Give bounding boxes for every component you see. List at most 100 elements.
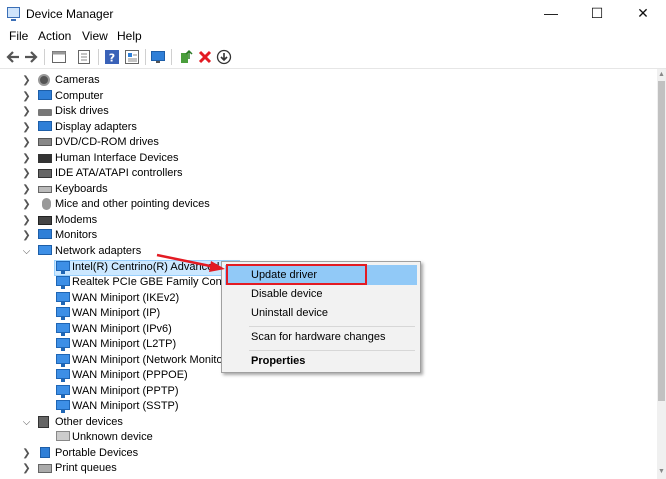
vertical-scrollbar[interactable]: ▲ ▼ bbox=[657, 69, 666, 479]
menu-view[interactable]: View bbox=[82, 29, 108, 43]
tree-item-modems[interactable]: ❯ Modems bbox=[0, 213, 300, 228]
portable-icon bbox=[40, 447, 50, 458]
menu-bar: File Action View Help bbox=[0, 27, 666, 46]
forward-icon[interactable] bbox=[23, 49, 39, 65]
scrollbar-thumb[interactable] bbox=[658, 81, 665, 401]
scan-hardware-menu-item[interactable]: Scan for hardware changes bbox=[225, 327, 417, 347]
back-icon[interactable] bbox=[5, 49, 21, 65]
annotation-highlight-box bbox=[226, 264, 367, 285]
tree-item-label: WAN Miniport (IP) bbox=[72, 307, 161, 319]
network-adapter-icon bbox=[56, 354, 70, 367]
tree-item-label: WAN Miniport (L2TP) bbox=[72, 338, 177, 350]
keyboard-icon bbox=[38, 186, 52, 193]
device-list-icon[interactable] bbox=[76, 49, 92, 65]
help-icon[interactable]: ? bbox=[104, 49, 120, 65]
tree-item-label: WAN Miniport (IKEv2) bbox=[72, 292, 180, 304]
tree-item-label: DVD/CD-ROM drives bbox=[55, 136, 159, 148]
download-icon[interactable] bbox=[216, 49, 232, 65]
tree-item-portable-devices[interactable]: ❯ Portable Devices bbox=[0, 446, 300, 461]
menu-action[interactable]: Action bbox=[38, 29, 71, 43]
chevron-right-icon[interactable]: ❯ bbox=[22, 89, 31, 104]
network-adapter-icon bbox=[56, 369, 70, 382]
tree-item-label: Portable Devices bbox=[55, 447, 139, 459]
tree-item-label: Monitors bbox=[55, 229, 98, 241]
unknown-device-icon bbox=[56, 431, 70, 441]
tree-item-unknown-device[interactable]: Unknown device bbox=[0, 430, 300, 445]
tree-item-ide-controllers[interactable]: ❯ IDE ATA/ATAPI controllers bbox=[0, 166, 300, 181]
chevron-right-icon[interactable]: ❯ bbox=[22, 228, 31, 243]
tree-item-label: Human Interface Devices bbox=[55, 152, 179, 164]
tree-item-label: Disk drives bbox=[55, 105, 109, 117]
tree-item-computer[interactable]: ❯ Computer bbox=[0, 89, 300, 104]
network-adapter-icon bbox=[56, 307, 70, 320]
device-manager-app-icon bbox=[7, 7, 20, 21]
chevron-right-icon[interactable]: ❯ bbox=[22, 197, 31, 212]
network-adapter-icon bbox=[56, 261, 70, 274]
tree-item-label: Computer bbox=[55, 90, 104, 102]
tree-item-disk-drives[interactable]: ❯ Disk drives bbox=[0, 104, 300, 119]
chevron-down-icon[interactable]: ⌵ bbox=[22, 415, 31, 430]
uninstall-icon[interactable] bbox=[197, 49, 213, 65]
print-icon bbox=[38, 464, 52, 473]
other-devices-icon bbox=[38, 416, 49, 428]
show-hidden-icon[interactable] bbox=[124, 49, 140, 65]
toolbar-divider bbox=[171, 49, 172, 65]
network-adapter-icon bbox=[56, 323, 70, 336]
network-icon bbox=[38, 245, 52, 255]
tree-item-keyboards[interactable]: ❯ Keyboards bbox=[0, 182, 300, 197]
chevron-right-icon[interactable]: ❯ bbox=[22, 104, 31, 119]
ide-icon bbox=[38, 169, 52, 178]
scroll-down-icon[interactable]: ▼ bbox=[657, 467, 666, 477]
tree-item-label: WAN Miniport (IPv6) bbox=[72, 323, 172, 335]
chevron-right-icon[interactable]: ❯ bbox=[22, 73, 31, 88]
tree-item-label: Intel(R) Centrino(R) Advanced-N bbox=[72, 261, 231, 273]
chevron-down-icon[interactable]: ⌵ bbox=[22, 244, 31, 259]
monitor-scan-icon[interactable] bbox=[150, 49, 166, 65]
tree-item-label: Keyboards bbox=[55, 183, 108, 195]
menu-help[interactable]: Help bbox=[117, 29, 142, 43]
chevron-right-icon[interactable]: ❯ bbox=[22, 461, 31, 476]
close-button[interactable]: ✕ bbox=[620, 0, 666, 27]
tree-item-hid[interactable]: ❯ Human Interface Devices bbox=[0, 151, 300, 166]
svg-text:?: ? bbox=[109, 52, 115, 65]
display-adapter-icon bbox=[38, 121, 52, 131]
tree-item-display-adapters[interactable]: ❯ Display adapters bbox=[0, 120, 300, 135]
computer-icon bbox=[38, 90, 52, 100]
tree-item-dvd-drives[interactable]: ❯ DVD/CD-ROM drives bbox=[0, 135, 300, 150]
tree-item-wan-sstp[interactable]: WAN Miniport (SSTP) bbox=[0, 399, 300, 414]
mouse-icon bbox=[42, 198, 51, 210]
tree-item-label: Unknown device bbox=[72, 431, 153, 443]
chevron-right-icon[interactable]: ❯ bbox=[22, 120, 31, 135]
chevron-right-icon[interactable]: ❯ bbox=[22, 182, 31, 197]
toolbar: ? bbox=[0, 46, 666, 69]
tree-item-network-adapters[interactable]: ⌵ Network adapters bbox=[0, 244, 300, 259]
chevron-right-icon[interactable]: ❯ bbox=[22, 446, 31, 461]
hid-icon bbox=[38, 154, 52, 163]
network-adapter-icon bbox=[56, 400, 70, 413]
chevron-right-icon[interactable]: ❯ bbox=[22, 166, 31, 181]
minimize-button[interactable]: — bbox=[528, 0, 574, 27]
tree-item-label: IDE ATA/ATAPI controllers bbox=[55, 167, 183, 179]
chevron-right-icon[interactable]: ❯ bbox=[22, 135, 31, 150]
scroll-up-icon[interactable]: ▲ bbox=[657, 70, 666, 80]
chevron-right-icon[interactable]: ❯ bbox=[22, 151, 31, 166]
maximize-button[interactable]: ☐ bbox=[574, 0, 620, 27]
tree-item-wan-pptp[interactable]: WAN Miniport (PPTP) bbox=[0, 384, 300, 399]
tree-item-other-devices[interactable]: ⌵ Other devices bbox=[0, 415, 300, 430]
chevron-right-icon[interactable]: ❯ bbox=[22, 213, 31, 228]
tree-item-label: WAN Miniport (SSTP) bbox=[72, 400, 179, 412]
toolbar-divider bbox=[44, 49, 45, 65]
network-adapter-icon bbox=[56, 276, 70, 289]
tree-item-cameras[interactable]: ❯ Cameras bbox=[0, 73, 300, 88]
title-bar: Device Manager — ☐ ✕ bbox=[0, 0, 666, 27]
disable-device-menu-item[interactable]: Disable device bbox=[225, 284, 417, 304]
properties-pane-icon[interactable] bbox=[51, 49, 67, 65]
menu-file[interactable]: File bbox=[9, 29, 28, 43]
tree-item-label: Display adapters bbox=[55, 121, 137, 133]
tree-item-print-queues[interactable]: ❯ Print queues bbox=[0, 461, 300, 476]
tree-item-monitors[interactable]: ❯ Monitors bbox=[0, 228, 300, 243]
properties-menu-item[interactable]: Properties bbox=[225, 351, 417, 371]
tree-item-mice[interactable]: ❯ Mice and other pointing devices bbox=[0, 197, 300, 212]
uninstall-device-menu-item[interactable]: Uninstall device bbox=[225, 303, 417, 323]
update-driver-icon[interactable] bbox=[178, 49, 194, 65]
